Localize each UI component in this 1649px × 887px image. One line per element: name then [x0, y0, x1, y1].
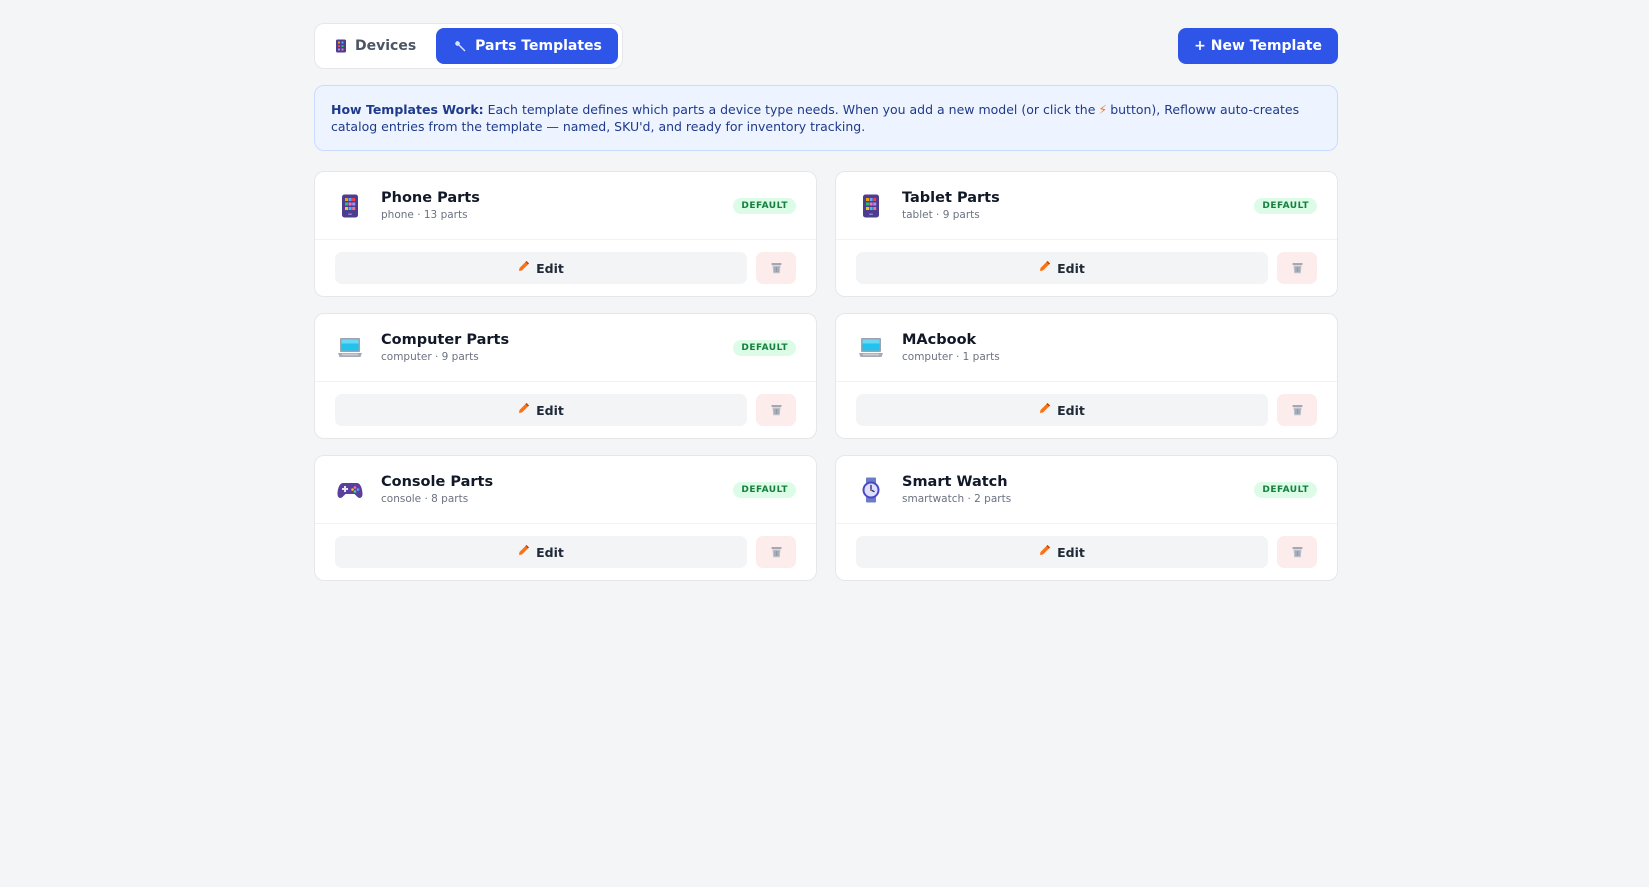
edit-label: Edit: [1057, 260, 1085, 276]
tab-devices[interactable]: Devices: [319, 28, 432, 64]
template-card: Phone Parts phone · 13 parts DEFAULT Edi…: [314, 171, 817, 297]
default-badge: DEFAULT: [733, 481, 796, 498]
default-badge: DEFAULT: [1254, 197, 1317, 214]
pencil-icon: [518, 402, 530, 418]
template-name: Computer Parts: [381, 332, 510, 348]
tab-parts-templates-label: Parts Templates: [475, 38, 602, 54]
delete-button[interactable]: [756, 536, 796, 568]
template-subtitle: tablet · 9 parts: [902, 209, 980, 221]
template-card-header: Smart Watch smartwatch · 2 parts DEFAULT: [836, 456, 1337, 524]
view-switcher: Devices Parts Templates: [314, 23, 623, 69]
pencil-icon: [518, 544, 530, 560]
edit-button[interactable]: Edit: [856, 252, 1268, 284]
template-subtitle: smartwatch · 2 parts: [902, 493, 1012, 505]
delete-button[interactable]: [756, 252, 796, 284]
laptop-icon: [858, 335, 884, 361]
tab-parts-templates[interactable]: Parts Templates: [436, 28, 618, 64]
default-badge: DEFAULT: [733, 197, 796, 214]
edit-label: Edit: [1057, 544, 1085, 560]
template-card-header: Computer Parts computer · 9 parts DEFAUL…: [315, 314, 816, 382]
template-subtitle: console · 8 parts: [381, 493, 469, 505]
template-card-header: MAcbook computer · 1 parts: [836, 314, 1337, 382]
template-card-actions: Edit: [315, 524, 816, 568]
default-badge: DEFAULT: [1254, 481, 1317, 498]
template-card: Smart Watch smartwatch · 2 parts DEFAULT…: [835, 455, 1338, 581]
laptop-icon: [337, 335, 363, 361]
template-name: Tablet Parts: [902, 190, 1000, 206]
delete-button[interactable]: [1277, 394, 1317, 426]
template-subtitle: phone · 13 parts: [381, 209, 468, 221]
template-card-actions: Edit: [836, 240, 1337, 284]
template-card: Computer Parts computer · 9 parts DEFAUL…: [314, 313, 817, 439]
tablet-icon: [335, 39, 347, 53]
template-card-header: Phone Parts phone · 13 parts DEFAULT: [315, 172, 816, 240]
edit-label: Edit: [536, 260, 564, 276]
new-template-button[interactable]: + New Template: [1178, 28, 1338, 64]
tablet-icon: [858, 193, 884, 219]
edit-label: Edit: [536, 402, 564, 418]
trash-icon: [771, 259, 782, 278]
template-card-actions: Edit: [315, 240, 816, 284]
edit-button[interactable]: Edit: [856, 536, 1268, 568]
watch-icon: [858, 477, 884, 503]
tab-devices-label: Devices: [355, 38, 417, 54]
template-card-header: Tablet Parts tablet · 9 parts DEFAULT: [836, 172, 1337, 240]
template-card-actions: Edit: [836, 524, 1337, 568]
template-subtitle: computer · 9 parts: [381, 351, 479, 363]
pencil-icon: [1039, 402, 1051, 418]
trash-icon: [1292, 543, 1303, 562]
pencil-icon: [518, 260, 530, 276]
template-subtitle: computer · 1 parts: [902, 351, 1000, 363]
edit-button[interactable]: Edit: [856, 394, 1268, 426]
template-name: MAcbook: [902, 332, 977, 348]
template-card: Tablet Parts tablet · 9 parts DEFAULT Ed…: [835, 171, 1338, 297]
trash-icon: [771, 401, 782, 420]
gamepad-icon: [337, 477, 363, 503]
edit-button[interactable]: Edit: [335, 536, 747, 568]
edit-label: Edit: [1057, 402, 1085, 418]
template-name: Smart Watch: [902, 474, 1008, 490]
info-banner: How Templates Work: Each template define…: [314, 85, 1338, 151]
template-card: Console Parts console · 8 parts DEFAULT …: [314, 455, 817, 581]
edit-button[interactable]: Edit: [335, 394, 747, 426]
top-bar: Devices Parts Templates + New Template: [314, 23, 1338, 69]
template-name: Console Parts: [381, 474, 494, 490]
trash-icon: [1292, 259, 1303, 278]
trash-icon: [771, 543, 782, 562]
template-card: MAcbook computer · 1 parts Edit: [835, 313, 1338, 439]
delete-button[interactable]: [1277, 252, 1317, 284]
info-text-before: Each template defines which parts a devi…: [487, 102, 1096, 117]
template-grid: Phone Parts phone · 13 parts DEFAULT Edi…: [314, 171, 1338, 581]
templates-page: Devices Parts Templates + New Template H…: [314, 23, 1338, 581]
trash-icon: [1292, 401, 1303, 420]
delete-button[interactable]: [756, 394, 796, 426]
template-name: Phone Parts: [381, 190, 480, 206]
tablet-icon: [337, 193, 363, 219]
lightning-icon: ⚡: [1098, 102, 1108, 117]
info-heading: How Templates Work:: [331, 102, 484, 117]
default-badge: DEFAULT: [733, 339, 796, 356]
pencil-icon: [1039, 260, 1051, 276]
template-card-actions: Edit: [315, 382, 816, 426]
edit-label: Edit: [536, 544, 564, 560]
wrench-icon: [454, 40, 467, 53]
template-card-actions: Edit: [836, 382, 1337, 426]
pencil-icon: [1039, 544, 1051, 560]
delete-button[interactable]: [1277, 536, 1317, 568]
template-card-header: Console Parts console · 8 parts DEFAULT: [315, 456, 816, 524]
edit-button[interactable]: Edit: [335, 252, 747, 284]
